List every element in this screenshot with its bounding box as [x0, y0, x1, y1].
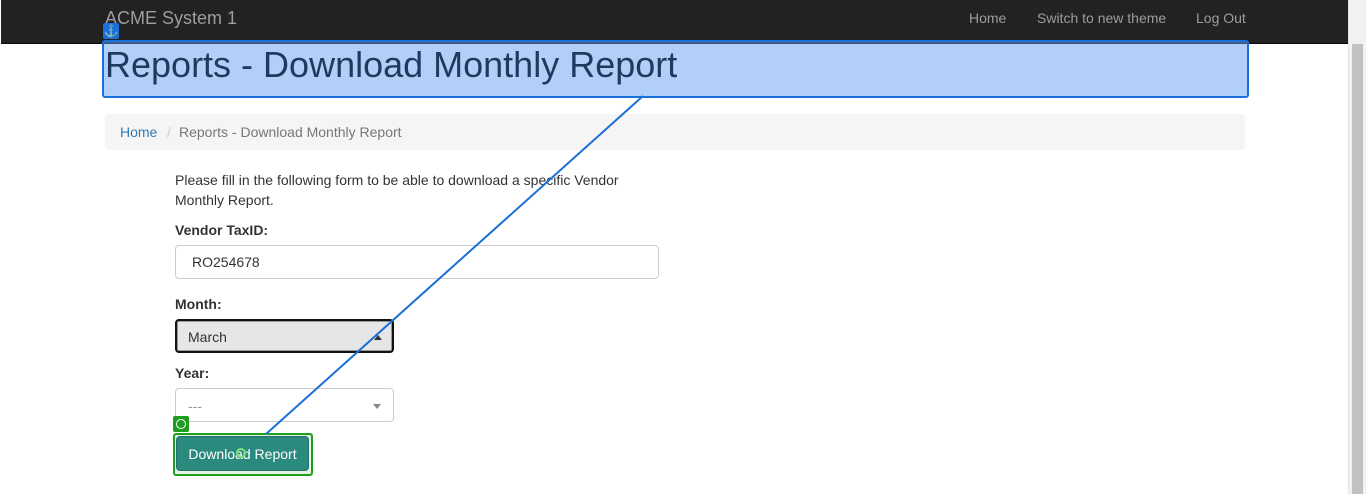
nav-link-home[interactable]: Home [969, 10, 1006, 26]
nav-link-logout[interactable]: Log Out [1196, 10, 1246, 26]
form-intro-text: Please fill in the following form to be … [175, 172, 619, 208]
breadcrumb-separator: / [167, 124, 171, 140]
chevron-down-icon [373, 404, 381, 409]
caret-up-icon [374, 335, 382, 340]
nav-link-switch-theme[interactable]: Switch to new theme [1037, 10, 1166, 26]
page-scrollbar[interactable] [1348, 0, 1366, 494]
breadcrumb-current: Reports - Download Monthly Report [179, 124, 402, 140]
scrollbar-thumb[interactable] [1352, 44, 1363, 494]
target-icon [173, 416, 189, 432]
year-selected-value: --- [188, 398, 202, 414]
breadcrumb: Home / Reports - Download Monthly Report [105, 114, 1245, 150]
year-select[interactable]: --- [175, 388, 394, 422]
vendor-taxid-label: Vendor TaxID: [175, 222, 269, 238]
page-title: Reports - Download Monthly Report [105, 44, 678, 85]
top-navbar: ACME System 1 Home Switch to new theme L… [1, 0, 1365, 44]
month-selected-value: March [188, 329, 227, 345]
month-label: Month: [175, 296, 222, 312]
month-select[interactable]: March [175, 319, 394, 353]
vendor-taxid-input[interactable] [175, 245, 659, 279]
anchor-icon: ⚓ [103, 23, 119, 39]
click-point-icon [236, 448, 246, 458]
breadcrumb-home-link[interactable]: Home [120, 124, 157, 140]
brand-logo-text[interactable]: ACME System 1 [105, 8, 237, 29]
year-label: Year: [175, 365, 210, 381]
